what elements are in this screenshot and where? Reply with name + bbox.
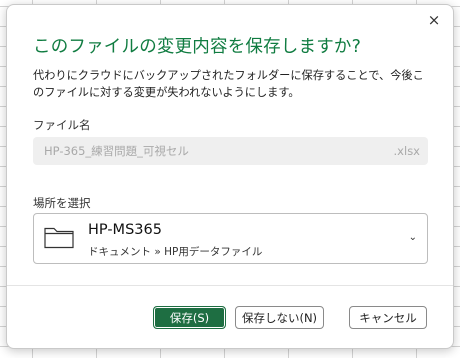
close-icon: × <box>427 10 441 29</box>
filename-field[interactable]: HP-365_練習問題_可視セル .xlsx <box>33 137 428 165</box>
footer-divider <box>7 285 453 286</box>
dialog-title: このファイルの変更内容を保存しますか? <box>33 37 362 57</box>
cancel-button[interactable]: キャンセル <box>349 306 427 329</box>
save-button[interactable]: 保存(S) <box>153 306 226 329</box>
close-button[interactable]: × <box>423 9 445 31</box>
location-selector[interactable]: HP-MS365 ドキュメント » HP用データファイル ⌄ <box>33 213 428 264</box>
location-path: ドキュメント » HP用データファイル <box>88 246 263 258</box>
folder-icon <box>44 227 74 249</box>
dont-save-button[interactable]: 保存しない(N) <box>235 306 324 329</box>
location-label: 場所を選択 <box>33 196 91 210</box>
filename-value: HP-365_練習問題_可視セル <box>44 144 189 158</box>
filename-label: ファイル名 <box>33 118 91 132</box>
chevron-down-icon: ⌄ <box>408 232 417 243</box>
save-changes-dialog: × このファイルの変更内容を保存しますか? 代わりにクラウドにバックアップされた… <box>6 4 454 349</box>
filename-extension: .xlsx <box>393 144 420 158</box>
dialog-description: 代わりにクラウドにバックアップされたフォルダーに保存することで、今後このファイル… <box>33 69 424 99</box>
location-name: HP-MS365 <box>88 222 162 238</box>
